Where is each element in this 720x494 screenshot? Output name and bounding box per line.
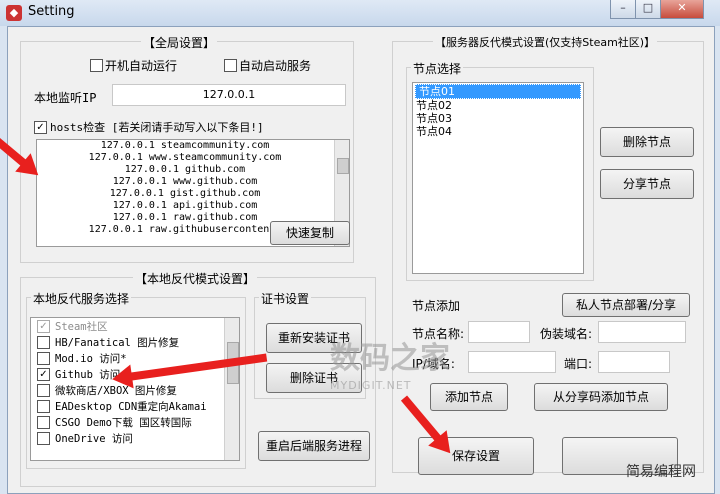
service-checkbox[interactable]: [37, 384, 50, 397]
local-proxy-title: 【本地反代模式设置】: [133, 270, 258, 287]
client-area: 【全局设置】 开机自动运行 自动启动服务 本地监听IP 127.0.0.1 ✓ …: [0, 26, 715, 494]
watermark-subtext: MYDIGIT.NET: [330, 379, 412, 392]
node-list-item[interactable]: 节点04: [413, 125, 583, 138]
cert-title: 证书设置: [259, 290, 312, 307]
node-list-item[interactable]: 节点02: [413, 99, 583, 112]
service-item[interactable]: CSGO Demo下载 国区转国际: [31, 414, 239, 430]
service-checkbox[interactable]: [37, 416, 50, 429]
service-label: Mod.io 访问*: [55, 353, 127, 365]
minimize-button[interactable]: –: [610, 0, 636, 19]
private-deploy-button[interactable]: 私人节点部署/分享: [562, 293, 690, 317]
service-checkbox[interactable]: [37, 400, 50, 413]
autoservice-label: 自动启动服务: [239, 59, 312, 73]
hosts-check-label: hosts检查 [若关闭请手动写入以下条目!]: [50, 121, 264, 134]
hosts-line: 127.0.0.1 www.github.com: [112, 176, 258, 187]
node-name-input[interactable]: [468, 321, 530, 343]
app-icon: ◆: [6, 5, 22, 21]
service-checkbox[interactable]: ✓: [37, 368, 50, 381]
title-bar: ◆ Setting – □ ✕: [0, 0, 720, 26]
ip-domain-input[interactable]: [468, 351, 556, 373]
global-settings-title: 【全局设置】: [141, 34, 218, 51]
service-item[interactable]: 微软商店/XBOX 图片修复: [31, 382, 239, 398]
services-items: ✓ Steam社区 HB/Fanatical 图片修复 Mod.io 访问* ✓ Gith…: [31, 318, 239, 446]
hosts-check-checkbox[interactable]: ✓: [34, 121, 47, 134]
port-label: 端口:: [564, 357, 593, 371]
share-node-button[interactable]: 分享节点: [600, 169, 694, 199]
service-item[interactable]: HB/Fanatical 图片修复: [31, 334, 239, 350]
node-listbox[interactable]: 节点01 节点02 节点03 节点04: [412, 82, 584, 274]
restart-backend-button[interactable]: 重启后端服务进程: [258, 431, 370, 461]
listen-ip-input[interactable]: 127.0.0.1: [112, 84, 346, 106]
close-button[interactable]: ✕: [660, 0, 704, 19]
autostart-checkbox[interactable]: [90, 59, 103, 72]
service-item[interactable]: EADesktop CDN重定向Akamai: [31, 398, 239, 414]
hosts-line: 127.0.0.1 github.com: [124, 164, 246, 175]
node-add-label: 节点添加: [412, 299, 461, 313]
service-label: HB/Fanatical 图片修复: [55, 337, 180, 349]
services-list[interactable]: ✓ Steam社区 HB/Fanatical 图片修复 Mod.io 访问* ✓ Gith…: [30, 317, 240, 461]
service-label: OneDrive 访问: [55, 433, 133, 445]
hosts-line: 127.0.0.1 gist.github.com: [109, 188, 261, 199]
add-node-button[interactable]: 添加节点: [430, 383, 508, 411]
service-label: CSGO Demo下载 国区转国际: [55, 417, 192, 429]
disguise-domain-label: 伪装域名:: [540, 327, 593, 341]
service-label: Steam社区: [55, 321, 108, 333]
disguise-domain-input[interactable]: [598, 321, 686, 343]
hosts-line: 127.0.0.1 www.steamcommunity.com: [88, 152, 282, 163]
brand-watermark: 简易编程网: [626, 464, 696, 480]
node-list-item[interactable]: 节点01: [415, 84, 581, 99]
quick-copy-button[interactable]: 快速复制: [270, 221, 350, 245]
service-item[interactable]: ✓ Steam社区: [31, 318, 239, 334]
service-label: EADesktop CDN重定向Akamai: [55, 401, 207, 413]
service-checkbox[interactable]: [37, 432, 50, 445]
watermark-text: 数码之家: [330, 341, 450, 376]
node-select-label: 节点选择: [411, 60, 464, 77]
listen-ip-label: 本地监听IP: [34, 91, 97, 105]
service-item[interactable]: OneDrive 访问: [31, 430, 239, 446]
add-from-share-button[interactable]: 从分享码添加节点: [534, 383, 668, 411]
hosts-scroll-thumb[interactable]: [337, 158, 349, 174]
service-checkbox[interactable]: [37, 336, 50, 349]
server-settings-title: 【服务器反代模式设置(仅支持Steam社区)】: [433, 34, 658, 50]
service-checkbox[interactable]: ✓: [37, 320, 50, 333]
node-list-item[interactable]: 节点03: [413, 112, 583, 125]
autostart-label: 开机自动运行: [105, 59, 178, 73]
node-items: 节点01 节点02 节点03 节点04: [413, 84, 583, 138]
hosts-line: 127.0.0.1 api.github.com: [112, 200, 258, 211]
hosts-line: 127.0.0.1 steamcommunity.com: [100, 140, 270, 151]
maximize-button[interactable]: □: [635, 0, 661, 19]
autoservice-checkbox[interactable]: [224, 59, 237, 72]
services-label: 本地反代服务选择: [31, 290, 132, 307]
services-scrollbar[interactable]: [224, 318, 239, 460]
port-input[interactable]: [598, 351, 670, 373]
delete-node-button[interactable]: 删除节点: [600, 127, 694, 157]
service-checkbox[interactable]: [37, 352, 50, 365]
window-title: Setting: [28, 4, 75, 19]
